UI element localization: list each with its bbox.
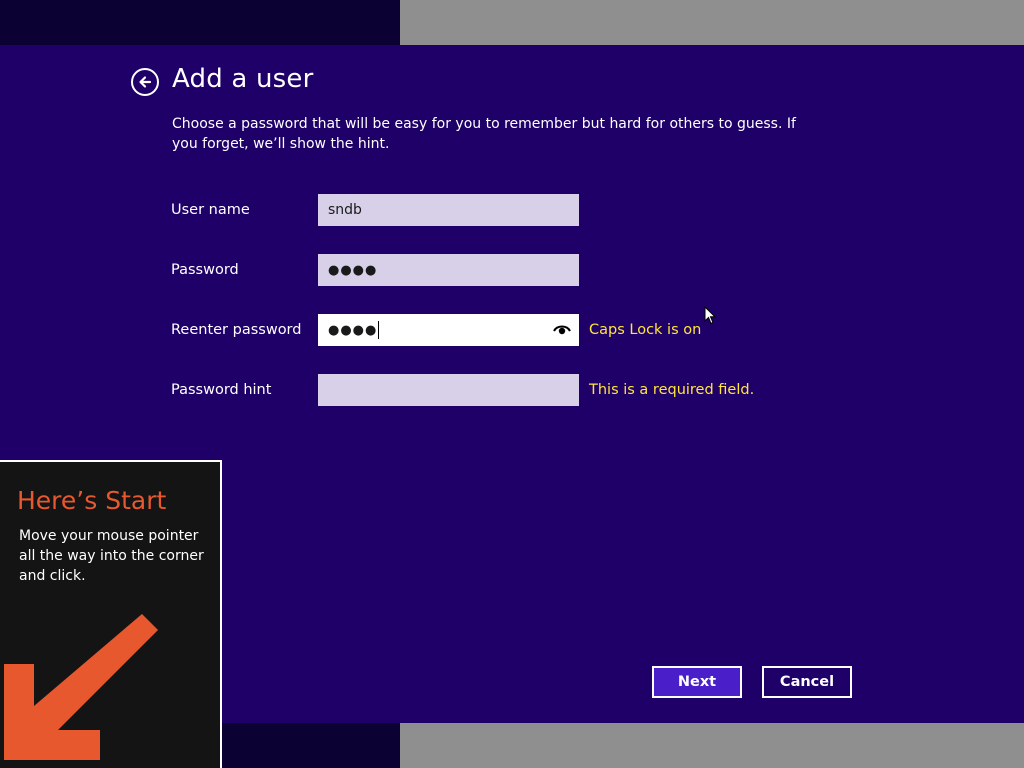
background-top-left <box>0 0 400 45</box>
instructions-text: Choose a password that will be easy for … <box>172 116 796 152</box>
mouse-pointer-icon <box>704 306 717 325</box>
username-label: User name <box>171 202 250 218</box>
back-button[interactable] <box>131 68 159 96</box>
background-bottom-right <box>400 723 1024 768</box>
reenter-password-value: ●●●● <box>328 322 378 338</box>
username-value: sndb <box>328 202 362 218</box>
text-caret <box>378 321 380 339</box>
password-value: ●●●● <box>328 262 378 278</box>
password-hint-field[interactable] <box>318 374 579 406</box>
reenter-password-field[interactable]: ●●●● <box>318 314 579 346</box>
start-tip-title: Here’s Start <box>17 486 167 515</box>
password-field[interactable]: ●●●● <box>318 254 579 286</box>
required-field-warning: This is a required field. <box>589 382 755 398</box>
start-tip-panel: Here’s Start Move your mouse pointer all… <box>0 460 222 768</box>
cancel-button[interactable]: Cancel <box>762 666 852 698</box>
username-field[interactable]: sndb <box>318 194 579 226</box>
reveal-password-icon[interactable] <box>553 323 571 337</box>
password-hint-label: Password hint <box>171 382 272 398</box>
start-tip-text: Move your mouse pointer all the way into… <box>19 528 204 584</box>
back-arrow-icon <box>139 76 152 88</box>
page-title: Add a user <box>172 64 314 94</box>
reenter-password-label: Reenter password <box>171 322 302 338</box>
password-label: Password <box>171 262 239 278</box>
background-top-right <box>400 0 1024 45</box>
next-button[interactable]: Next <box>652 666 742 698</box>
caps-lock-warning: Caps Lock is on <box>589 322 702 338</box>
start-arrow-icon <box>4 614 158 760</box>
